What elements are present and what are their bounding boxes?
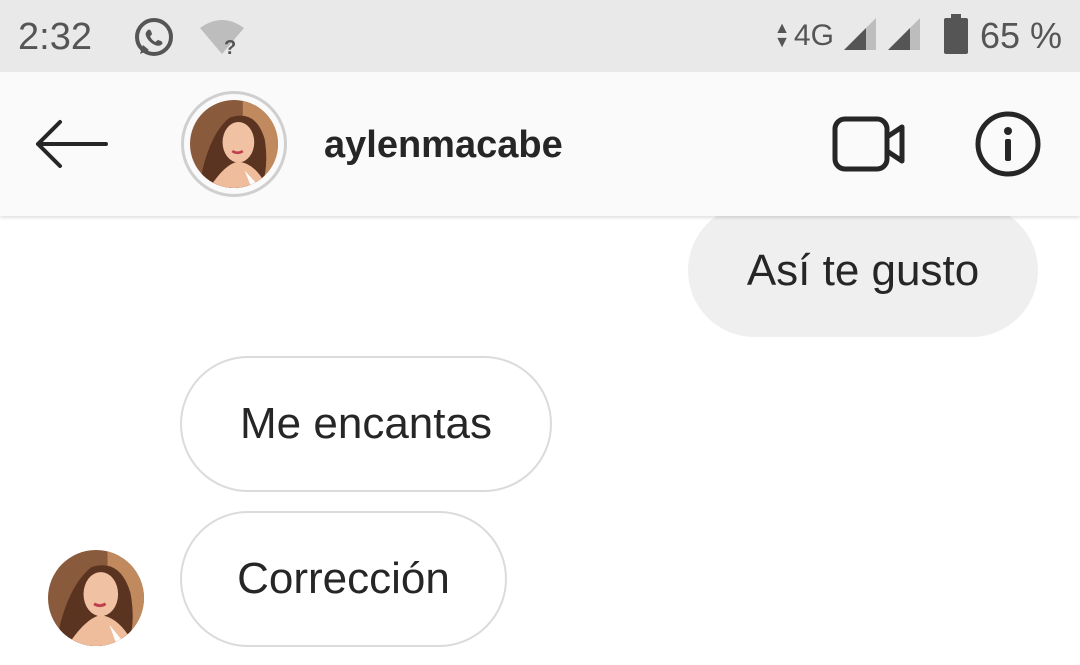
battery-icon <box>943 13 968 59</box>
profile-photo-icon <box>48 550 144 646</box>
status-time: 2:32 <box>18 16 92 58</box>
header-avatar[interactable] <box>181 91 287 197</box>
message-bubble-received[interactable]: Me encantas <box>180 356 552 492</box>
back-button[interactable] <box>30 114 110 174</box>
conversation-header: aylenmacabe <box>0 72 1080 216</box>
video-call-icon <box>832 116 905 172</box>
video-call-button[interactable] <box>832 114 908 174</box>
network-type: 4G <box>793 19 834 52</box>
info-icon <box>975 111 1041 177</box>
sender-avatar[interactable] <box>48 550 144 646</box>
message-bubble-received[interactable]: Corrección <box>180 511 507 647</box>
battery-percent: 65 % <box>979 15 1062 56</box>
signal-icon <box>842 16 878 57</box>
profile-photo-icon <box>190 100 278 188</box>
data-arrows-icon: ▲ ▼ <box>774 20 790 51</box>
message-list: Así te gusto Me encantas Corrección <box>0 204 1080 665</box>
username[interactable]: aylenmacabe <box>324 124 563 167</box>
signal-icon <box>886 16 922 57</box>
status-right: ▲ ▼ 4G 65 % <box>774 13 1062 59</box>
whatsapp-icon <box>132 16 176 65</box>
info-button[interactable] <box>974 110 1042 178</box>
back-arrow-icon <box>36 120 108 168</box>
message-bubble-sent[interactable]: Así te gusto <box>688 204 1038 337</box>
wifi-question-icon: ? <box>198 18 246 63</box>
status-bar: 2:32 ? ▲ ▼ 4G 65 % <box>0 0 1080 72</box>
svg-text:?: ? <box>224 37 236 58</box>
